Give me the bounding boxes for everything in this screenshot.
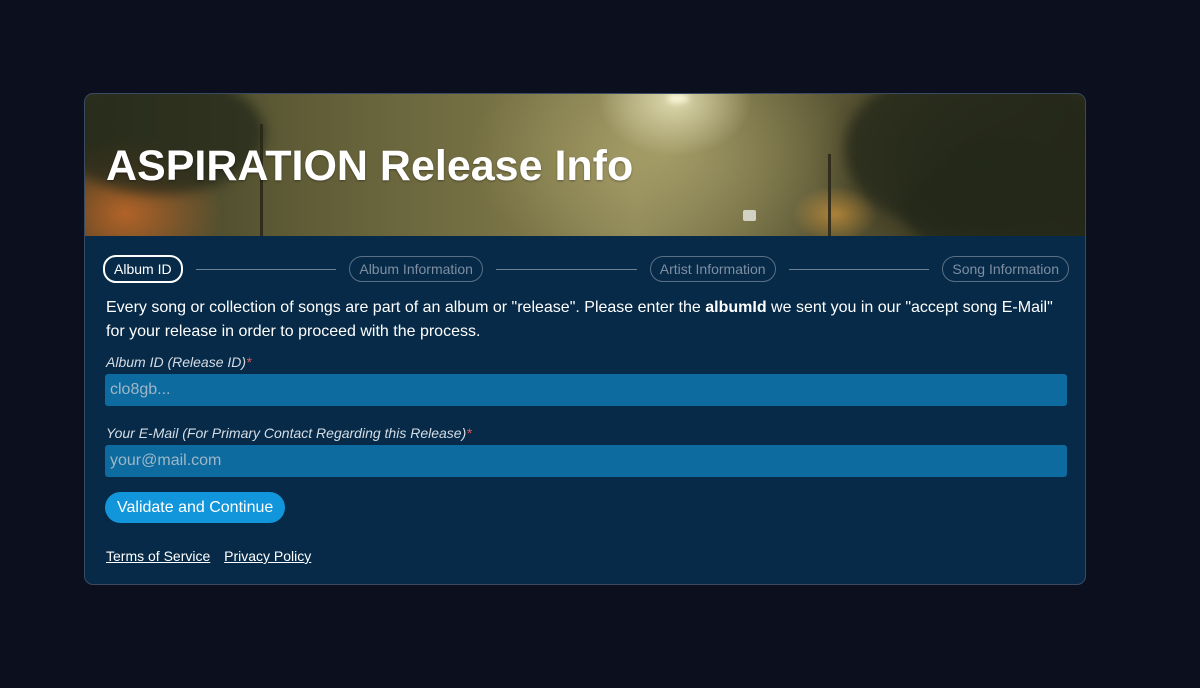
road-sign bbox=[743, 210, 756, 221]
terms-of-service-link[interactable]: Terms of Service bbox=[106, 548, 210, 564]
intro-text: Every song or collection of songs are pa… bbox=[106, 296, 1071, 344]
validate-continue-button[interactable]: Validate and Continue bbox=[105, 492, 286, 523]
step-album-id[interactable]: Album ID bbox=[103, 255, 183, 283]
album-id-input[interactable] bbox=[105, 374, 1067, 406]
step-album-information[interactable]: Album Information bbox=[349, 256, 483, 282]
email-label: Your E-Mail (For Primary Contact Regardi… bbox=[106, 425, 472, 441]
step-song-information[interactable]: Song Information bbox=[942, 256, 1069, 282]
release-info-card: ASPIRATION Release Info Album ID Album I… bbox=[84, 93, 1086, 585]
album-id-label: Album ID (Release ID)* bbox=[106, 354, 252, 370]
privacy-policy-link[interactable]: Privacy Policy bbox=[224, 548, 311, 564]
page-title: ASPIRATION Release Info bbox=[106, 142, 634, 190]
intro-text-start: Every song or collection of songs are pa… bbox=[106, 299, 706, 316]
email-label-text: Your E-Mail (For Primary Contact Regardi… bbox=[106, 425, 467, 441]
step-artist-information[interactable]: Artist Information bbox=[649, 256, 776, 282]
street-lamp bbox=[667, 94, 689, 103]
step-connector bbox=[495, 268, 637, 270]
album-id-label-text: Album ID (Release ID) bbox=[106, 354, 247, 370]
step-connector bbox=[788, 268, 930, 270]
progress-steps: Album ID Album Information Artist Inform… bbox=[103, 255, 1069, 283]
intro-text-album-id: albumId bbox=[705, 299, 767, 316]
street-pole bbox=[828, 154, 831, 236]
footer-links: Terms of Service Privacy Policy bbox=[106, 548, 321, 564]
hero-banner: ASPIRATION Release Info bbox=[85, 94, 1085, 236]
email-input[interactable] bbox=[105, 445, 1067, 477]
required-mark: * bbox=[246, 354, 252, 370]
required-mark: * bbox=[466, 425, 472, 441]
step-connector bbox=[195, 268, 337, 270]
